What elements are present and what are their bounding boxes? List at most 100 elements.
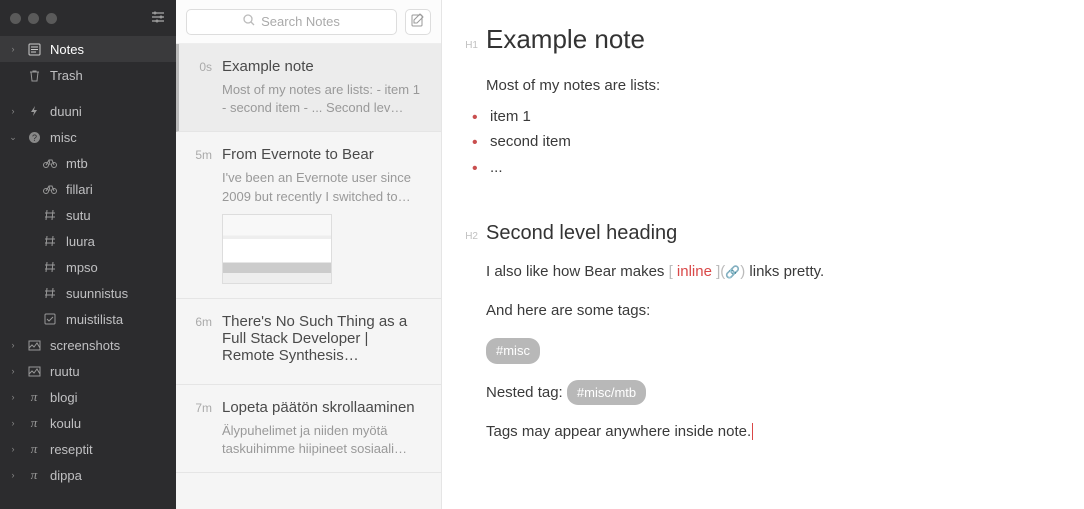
sidebar-tag-label: blogi — [50, 390, 77, 405]
sidebar-tag-fillari[interactable]: fillari — [0, 176, 176, 202]
sidebar-tag-duuni[interactable]: › duuni — [0, 98, 176, 124]
chevron-right-icon: › — [8, 340, 18, 350]
note-time: 0s — [190, 58, 212, 117]
sidebar-tag-label: dippa — [50, 468, 82, 483]
sidebar-tag-suunnistus[interactable]: suunnistus — [0, 280, 176, 306]
close-window-button[interactable] — [10, 13, 21, 24]
chevron-right-icon: › — [8, 418, 18, 428]
sidebar: › Notes Trash › duuni ⌄ ? misc mtb filla… — [0, 0, 176, 509]
hash-icon — [42, 261, 58, 273]
chevron-right-icon: › — [8, 444, 18, 454]
compose-icon — [411, 13, 425, 30]
zoom-window-button[interactable] — [46, 13, 57, 24]
search-placeholder: Search Notes — [261, 14, 340, 29]
note-time: 7m — [190, 399, 212, 458]
sidebar-tag-koulu[interactable]: › π koulu — [0, 410, 176, 436]
list-item: item 1 — [486, 104, 1028, 130]
sidebar-tag-label: ruutu — [50, 364, 80, 379]
list-item: ... — [486, 155, 1028, 181]
note-paragraph: Most of my notes are lists: — [486, 75, 1028, 98]
chevron-right-icon: › — [8, 366, 18, 376]
note-paragraph: Nested tag: #misc/mtb — [486, 380, 1028, 406]
question-icon: ? — [26, 131, 42, 144]
note-time: 6m — [190, 313, 212, 370]
chevron-right-icon: › — [8, 44, 18, 54]
sidebar-tag-misc[interactable]: ⌄ ? misc — [0, 124, 176, 150]
sidebar-tag-label: reseptit — [50, 442, 93, 457]
inline-link[interactable]: inline — [677, 263, 712, 280]
image-icon — [26, 366, 42, 377]
sidebar-tag-label: mtb — [66, 156, 88, 171]
sidebar-tag-label: misc — [50, 130, 77, 145]
link-bracket: [ — [669, 263, 677, 280]
sidebar-tag-muistilista[interactable]: muistilista — [0, 306, 176, 332]
sidebar-tag-label: suunnistus — [66, 286, 128, 301]
sidebar-tag-label: mpso — [66, 260, 98, 275]
sidebar-trash[interactable]: Trash — [0, 62, 176, 88]
sidebar-tag-mtb[interactable]: mtb — [0, 150, 176, 176]
sidebar-tag-dippa[interactable]: › π dippa — [0, 462, 176, 488]
note-subheading: Second level heading — [486, 222, 677, 245]
note-preview: I've been an Evernote user since 2009 bu… — [222, 169, 423, 205]
sidebar-tag-label: sutu — [66, 208, 91, 223]
note-heading: Example note — [486, 24, 645, 55]
note-list: Search Notes 0s Example note Most of my … — [176, 0, 442, 509]
trash-icon — [26, 69, 42, 82]
sidebar-tag-label: luura — [66, 234, 95, 249]
chevron-down-icon: ⌄ — [8, 132, 18, 143]
note-title: From Evernote to Bear — [222, 146, 423, 163]
search-input[interactable]: Search Notes — [186, 9, 397, 35]
checkbox-icon — [42, 313, 58, 325]
note-item[interactable]: 5m From Evernote to Bear I've been an Ev… — [176, 132, 441, 298]
note-title: There's No Such Thing as a Full Stack De… — [222, 313, 423, 364]
pi-icon: π — [26, 441, 42, 457]
chevron-right-icon: › — [8, 392, 18, 402]
heading-marker: H2 — [456, 231, 486, 242]
note-title: Lopeta päätön skrollaaminen — [222, 399, 423, 416]
note-item[interactable]: 0s Example note Most of my notes are lis… — [176, 44, 441, 132]
note-paragraph: And here are some tags: — [486, 300, 1028, 323]
settings-icon[interactable] — [150, 9, 166, 28]
traffic-lights — [10, 13, 57, 24]
sidebar-tag-reseptit[interactable]: › π reseptit — [0, 436, 176, 462]
note-preview: Älypuhelimet ja niiden myötä taskuihimme… — [222, 422, 423, 458]
sidebar-tag-label: duuni — [50, 104, 82, 119]
tag-pill[interactable]: #misc — [486, 338, 540, 364]
sidebar-tag-label: screenshots — [50, 338, 120, 353]
sidebar-tag-mpso[interactable]: mpso — [0, 254, 176, 280]
sidebar-tag-sutu[interactable]: sutu — [0, 202, 176, 228]
notes-icon — [26, 43, 42, 56]
bike-icon — [42, 158, 58, 168]
sidebar-tag-label: koulu — [50, 416, 81, 431]
image-icon — [26, 340, 42, 351]
sidebar-tag-luura[interactable]: luura — [0, 228, 176, 254]
bike-icon — [42, 184, 58, 194]
heading-marker: H1 — [456, 40, 486, 51]
editor[interactable]: H1 Example note Most of my notes are lis… — [442, 0, 1084, 509]
note-time: 5m — [190, 146, 212, 283]
tag-pill[interactable]: #misc/mtb — [567, 380, 646, 406]
note-item[interactable]: 7m Lopeta päätön skrollaaminen Älypuheli… — [176, 385, 441, 473]
chevron-right-icon: › — [8, 106, 18, 116]
link-icon: 🔗 — [725, 265, 740, 279]
sidebar-tag-ruutu[interactable]: › ruutu — [0, 358, 176, 384]
note-item[interactable]: 6m There's No Such Thing as a Full Stack… — [176, 299, 441, 385]
sidebar-notes-label: Notes — [50, 42, 84, 57]
hash-icon — [42, 287, 58, 299]
pi-icon: π — [26, 415, 42, 431]
minimize-window-button[interactable] — [28, 13, 39, 24]
sidebar-notes[interactable]: › Notes — [0, 36, 176, 62]
link-bracket: ]( — [712, 263, 725, 280]
search-icon — [243, 14, 255, 29]
list-item: second item — [486, 129, 1028, 155]
sidebar-tag-blogi[interactable]: › π blogi — [0, 384, 176, 410]
sidebar-tag-screenshots[interactable]: › screenshots — [0, 332, 176, 358]
note-thumbnail — [222, 214, 332, 284]
sidebar-trash-label: Trash — [50, 68, 83, 83]
note-preview: Most of my notes are lists: - item 1 - s… — [222, 81, 423, 117]
text-cursor — [752, 423, 753, 440]
svg-text:?: ? — [31, 133, 36, 143]
new-note-button[interactable] — [405, 9, 431, 35]
bolt-icon — [26, 105, 42, 117]
note-paragraph: Tags may appear anywhere inside note. — [486, 421, 1028, 444]
